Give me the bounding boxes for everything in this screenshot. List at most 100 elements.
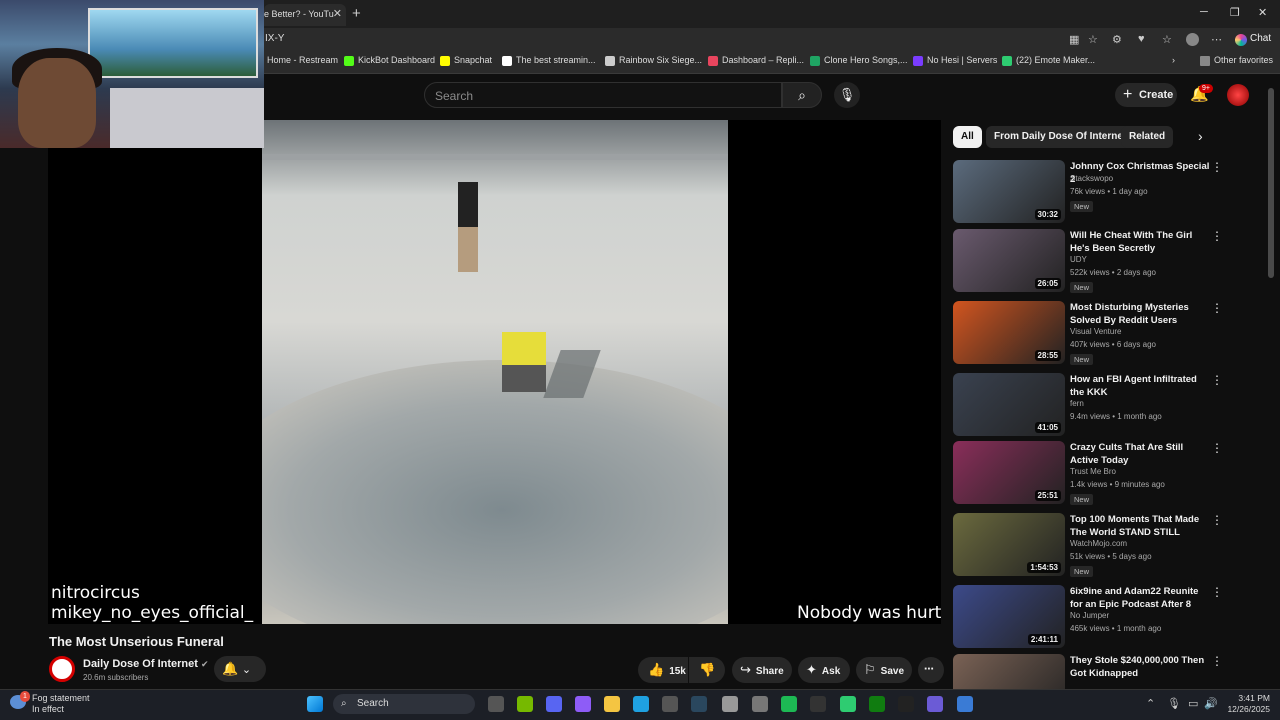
channel-name[interactable]: Daily Dose Of Internet ✔ xyxy=(83,658,209,670)
file-viewer-icon[interactable] xyxy=(488,696,504,712)
chip-from-channel[interactable]: From Daily Dose Of Internet xyxy=(986,126,1135,148)
more-vertical-icon[interactable]: ⋮ xyxy=(1211,654,1223,668)
search-button[interactable]: ⌕ xyxy=(782,82,822,108)
copilot-chat-button[interactable]: Chat xyxy=(1232,31,1277,49)
bookmark-item[interactable]: Home - Restream xyxy=(267,55,338,65)
create-button[interactable]: + Create xyxy=(1115,83,1177,107)
channel-avatar[interactable] xyxy=(49,656,75,682)
more-vertical-icon[interactable]: ⋮ xyxy=(1211,229,1223,243)
recommendation-card[interactable]: 41:05 How an FBI Agent Infiltrated the KK… xyxy=(953,373,1243,437)
discord-icon[interactable] xyxy=(546,696,562,712)
recommendation-channel[interactable]: No Jumper xyxy=(1070,611,1109,620)
settings-icon[interactable] xyxy=(752,696,768,712)
recommendation-channel[interactable]: Visual Venture xyxy=(1070,327,1121,336)
recommendation-title[interactable]: Will He Cheat With The Girl He's Been Se… xyxy=(1070,229,1210,255)
edge-icon[interactable] xyxy=(633,696,649,712)
more-actions-button[interactable]: ⋯ xyxy=(918,657,944,683)
more-menu-icon[interactable]: ⋯ xyxy=(1211,33,1222,46)
search-input[interactable]: Search xyxy=(424,82,782,108)
more-vertical-icon[interactable]: ⋮ xyxy=(1211,513,1223,527)
scrollbar-thumb[interactable] xyxy=(1268,88,1274,278)
minimize-icon[interactable]: ─ xyxy=(1200,6,1208,18)
extensions-icon[interactable]: ⚙ xyxy=(1112,33,1122,46)
xbox-icon[interactable] xyxy=(869,696,885,712)
page-scrollbar[interactable] xyxy=(1268,88,1274,678)
bookmark-item[interactable]: Snapchat xyxy=(440,55,492,66)
file-explorer-icon[interactable] xyxy=(604,696,620,712)
recommendation-title[interactable]: Most Disturbing Mysteries Solved By Redd… xyxy=(1070,301,1210,327)
chevron-right-icon[interactable]: › xyxy=(1198,128,1203,144)
restore-icon[interactable]: ❐ xyxy=(1230,6,1240,19)
new-tab-icon[interactable]: + xyxy=(352,5,361,22)
more-vertical-icon[interactable]: ⋮ xyxy=(1211,441,1223,455)
profile-icon[interactable] xyxy=(1186,33,1199,46)
video-frame[interactable] xyxy=(262,120,728,624)
recommendation-card[interactable]: 2:41:11 6ix9ine and Adam22 Reunite for an… xyxy=(953,585,1243,649)
chevron-right-icon[interactable]: › xyxy=(1172,55,1175,65)
bookmark-item[interactable]: The best streamin... xyxy=(502,55,596,66)
recommendation-title[interactable]: 6ix9ine and Adam22 Reunite for an Epic P… xyxy=(1070,585,1210,611)
more-vertical-icon[interactable]: ⋮ xyxy=(1211,373,1223,387)
video-thumbnail[interactable]: 2:41:11 xyxy=(953,585,1065,648)
recommendation-title[interactable]: Crazy Cults That Are Still Active Today xyxy=(1070,441,1210,467)
other-favorites[interactable]: Other favorites xyxy=(1200,55,1273,66)
capcut-icon[interactable] xyxy=(898,696,914,712)
store-icon[interactable] xyxy=(662,696,678,712)
favorites-icon[interactable]: ☆ xyxy=(1162,33,1172,46)
browser-tab[interactable]: e Better? - YouTu ✕ xyxy=(264,4,346,26)
video-thumbnail[interactable]: 26:05 xyxy=(953,229,1065,292)
video-thumbnail[interactable]: 30:32 xyxy=(953,160,1065,223)
recommendation-channel[interactable]: Stackswopo xyxy=(1070,174,1113,183)
close-window-icon[interactable]: ✕ xyxy=(1258,6,1267,19)
favorite-star-icon[interactable]: ☆ xyxy=(1088,33,1098,46)
video-thumbnail[interactable]: 25:51 xyxy=(953,441,1065,504)
windows-start-icon[interactable] xyxy=(307,696,323,712)
video-thumbnail[interactable]: 28:55 xyxy=(953,301,1065,364)
browser-essentials-icon[interactable]: ♥ xyxy=(1138,33,1145,45)
url-field[interactable]: IX-Y xyxy=(265,33,284,44)
recommendation-channel[interactable]: WatchMojo.com xyxy=(1070,539,1127,548)
taskbar-search[interactable]: ⌕ Search xyxy=(333,694,475,714)
recommendation-title[interactable]: Top 100 Moments That Made The World STAN… xyxy=(1070,513,1210,539)
recommendation-card[interactable]: 26:05 Will He Cheat With The Girl He's Be… xyxy=(953,229,1243,293)
b-app-icon[interactable] xyxy=(840,696,856,712)
spotify-icon[interactable] xyxy=(781,696,797,712)
active-window-icon[interactable] xyxy=(957,696,973,712)
4k-video-icon[interactable] xyxy=(810,696,826,712)
more-vertical-icon[interactable]: ⋮ xyxy=(1211,585,1223,599)
recommendation-channel[interactable]: Trust Me Bro xyxy=(1070,467,1116,476)
app-icon[interactable]: ▦ xyxy=(1069,33,1079,46)
video-thumbnail[interactable]: 41:05 xyxy=(953,373,1065,436)
recommendation-card[interactable]: 28:55 Most Disturbing Mysteries Solved By… xyxy=(953,301,1243,365)
bookmark-item[interactable]: Rainbow Six Siege... xyxy=(605,55,702,66)
bookmark-item[interactable]: KickBot Dashboard xyxy=(344,55,435,66)
chip-all[interactable]: All xyxy=(953,126,982,148)
steam-icon[interactable] xyxy=(691,696,707,712)
bookmark-item[interactable]: Clone Hero Songs,... xyxy=(810,55,908,66)
dislike-button[interactable]: 👎 xyxy=(689,657,725,683)
copilot-icon[interactable] xyxy=(575,696,591,712)
account-avatar[interactable] xyxy=(1227,84,1249,106)
chip-related[interactable]: Related xyxy=(1121,126,1174,148)
bookmark-item[interactable]: No Hesi | Servers xyxy=(913,55,997,66)
recommendation-title[interactable]: They Stole $240,000,000 Then Got Kidnapp… xyxy=(1070,654,1210,680)
ask-button[interactable]: ✦ Ask xyxy=(798,657,850,683)
nvidia-icon[interactable] xyxy=(517,696,533,712)
chrome-icon[interactable] xyxy=(722,696,738,712)
recommendation-card[interactable]: 1:54:53 Top 100 Moments That Made The Wor… xyxy=(953,513,1243,577)
like-button[interactable]: 👍 15k xyxy=(638,657,688,683)
weather-widget[interactable]: 1 Fog statement In effect xyxy=(10,691,90,715)
video-thumbnail[interactable]: 1:54:53 xyxy=(953,513,1065,576)
bookmark-item[interactable]: (22) Emote Maker... xyxy=(1002,55,1095,66)
recommendation-title[interactable]: How an FBI Agent Infiltrated the KKK xyxy=(1070,373,1210,399)
system-clock[interactable]: 3:41 PM 12/26/2025 xyxy=(1224,693,1270,715)
share-button[interactable]: ↪ Share xyxy=(732,657,792,683)
chevron-up-icon[interactable]: ⌃ xyxy=(1146,697,1155,710)
streaming-app-icon[interactable] xyxy=(927,696,943,712)
microphone-icon[interactable]: 🎙 xyxy=(1167,697,1181,710)
save-button[interactable]: ⚐ Save xyxy=(856,657,912,683)
volume-icon[interactable]: 🔊 xyxy=(1204,697,1218,710)
close-tab-icon[interactable]: ✕ xyxy=(333,4,342,24)
bookmark-item[interactable]: Dashboard – Repli... xyxy=(708,55,804,66)
more-vertical-icon[interactable]: ⋮ xyxy=(1211,160,1223,174)
